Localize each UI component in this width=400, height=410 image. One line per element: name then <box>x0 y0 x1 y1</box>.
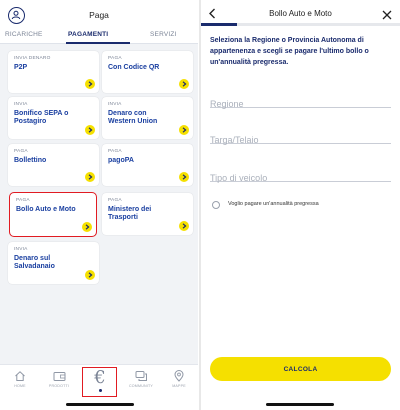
card-title: Ministero dei Trasporti <box>108 206 152 221</box>
nav-prodotti[interactable]: PRODOTTI <box>42 367 76 397</box>
progress-bar <box>201 23 400 26</box>
selected-nav-highlight <box>82 367 117 397</box>
nav-label: MAPPE <box>172 384 186 388</box>
card-bonifico[interactable]: INVIA Bonifico SEPA o Postagiro <box>8 97 99 139</box>
card-category: INVIA <box>108 102 122 107</box>
home-icon <box>15 371 25 381</box>
card-category: INVIA DENARO <box>14 56 51 61</box>
wallet-icon <box>53 372 65 381</box>
chevron-right-icon[interactable] <box>85 79 95 89</box>
card-bollettino[interactable]: PAGA Bollettino <box>8 144 99 186</box>
card-title: Con Codice QR <box>108 64 160 71</box>
annualita-radio[interactable] <box>212 201 220 209</box>
regione-input[interactable] <box>210 99 391 109</box>
community-icon <box>135 371 147 381</box>
tipo-veicolo-field[interactable] <box>210 168 391 183</box>
card-title: Bollettino <box>14 157 47 164</box>
card-category: PAGA <box>108 56 122 61</box>
tab-pagamenti[interactable]: PAGAMENTI <box>68 31 108 38</box>
nav-community[interactable]: COMMUNITY <box>124 367 158 397</box>
chevron-right-icon[interactable] <box>85 172 95 182</box>
tab-ricariche[interactable]: RICARICHE <box>5 31 43 38</box>
card-salvadanaio[interactable]: INVIA Denaro sul Salvadanaio <box>8 242 99 284</box>
chevron-right-icon[interactable] <box>82 222 92 232</box>
nav-label: HOME <box>14 384 26 388</box>
card-title: Denaro con Western Union <box>108 110 158 125</box>
card-western-union[interactable]: INVIA Denaro con Western Union <box>102 97 193 139</box>
chevron-right-icon[interactable] <box>179 125 189 135</box>
card-title: pagoPA <box>108 157 134 164</box>
chevron-right-icon[interactable] <box>85 125 95 135</box>
page-title: Paga <box>89 10 109 20</box>
bollo-screen: Bollo Auto e Moto Seleziona la Regione o… <box>201 0 400 410</box>
chevron-right-icon[interactable] <box>179 221 189 231</box>
card-category: PAGA <box>108 149 122 154</box>
nav-paga[interactable]: € <box>82 367 117 397</box>
card-codice-qr[interactable]: PAGA Con Codice QR <box>102 51 193 93</box>
tab-servizi[interactable]: SERVIZI <box>150 31 177 38</box>
chevron-right-icon[interactable] <box>179 79 189 89</box>
card-p2p[interactable]: INVIA DENARO P2P <box>8 51 99 93</box>
targa-input[interactable] <box>210 135 391 145</box>
chevron-right-icon[interactable] <box>85 270 95 280</box>
nav-label: PRODOTTI <box>48 384 70 388</box>
header: Paga <box>0 0 198 28</box>
instructions-text: Seleziona la Regione o Provincia Autonom… <box>210 37 369 66</box>
progress-fill <box>201 23 237 26</box>
tipo-veicolo-input[interactable] <box>210 173 391 183</box>
calcola-button[interactable]: CALCOLA <box>210 357 391 381</box>
card-bollo-auto-moto[interactable]: PAGA Bollo Auto e Moto <box>9 192 97 237</box>
home-indicator <box>66 403 134 406</box>
card-category: PAGA <box>108 198 122 203</box>
card-pagopa[interactable]: PAGA pagoPA <box>102 144 193 186</box>
page-title: Bollo Auto e Moto <box>269 9 332 18</box>
card-title: Denaro sul Salvadanaio <box>14 255 55 270</box>
card-category: PAGA <box>16 198 30 203</box>
card-ministero-trasporti[interactable]: PAGA Ministero dei Trasporti <box>102 193 193 235</box>
annualita-label: Voglio pagare un'annualità pregressa <box>228 201 319 207</box>
targa-field[interactable] <box>210 130 391 145</box>
regione-field[interactable] <box>210 94 391 109</box>
card-category: INVIA <box>14 247 28 252</box>
map-pin-icon <box>174 370 184 382</box>
card-title: P2P <box>14 64 28 71</box>
card-category: INVIA <box>14 102 28 107</box>
active-tab-indicator <box>66 42 130 44</box>
chevron-right-icon[interactable] <box>179 172 189 182</box>
nav-label: COMMUNITY <box>129 384 153 388</box>
card-category: PAGA <box>14 149 28 154</box>
paga-screen: Paga RICARICHE PAGAMENTI SERVIZI INVIA D… <box>0 0 198 410</box>
card-title: Bonifico SEPA o Postagiro <box>14 110 69 125</box>
tab-bar: RICARICHE PAGAMENTI SERVIZI <box>0 28 198 44</box>
card-title: Bollo Auto e Moto <box>16 206 76 213</box>
nav-mappe[interactable]: MAPPE <box>162 367 196 397</box>
nav-home[interactable]: HOME <box>3 367 37 397</box>
home-indicator <box>266 403 334 406</box>
